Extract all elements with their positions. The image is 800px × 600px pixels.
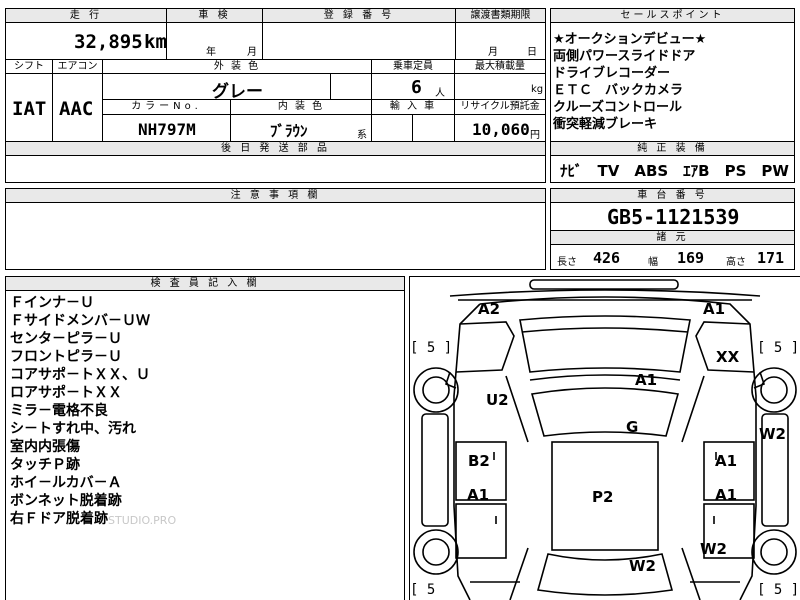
later-parts-header: 後 日 発 送 部 品 (6, 142, 545, 155)
capacity-unit: 人 (435, 88, 445, 99)
transfer-day-label: 日 (527, 47, 537, 58)
car-body-diagram (413, 279, 797, 600)
recycle-value: 10,060 (472, 120, 530, 139)
interior-color-value: ﾌﾞﾗｳﾝ (270, 122, 308, 140)
specs-header: 諸 元 (551, 231, 794, 244)
transfer-deadline-header: 譲渡書類期限 (456, 9, 545, 22)
remark-item: シ－トすれ中、汚れ (10, 421, 136, 437)
length-label: 長さ (557, 257, 577, 268)
shift-header: シフト (14, 61, 44, 72)
mark-roof: P2 (592, 488, 614, 506)
equipment-value: ﾅﾋﾞ TV ABS ｴｱB PS PW (560, 162, 789, 180)
remark-item: Ｆサイドメンバ－ＵＷ (10, 313, 150, 329)
mark-front-right-corner: A1 (703, 300, 726, 318)
recycle-unit: 円 (530, 130, 540, 141)
inspection-header: 車 検 (167, 9, 262, 22)
inspector-header: 検 査 員 記 入 欄 (6, 277, 404, 290)
mark-windshield: G (626, 418, 639, 436)
mark-hood: A1 (635, 371, 658, 389)
mark-right-front-door: A1 (715, 452, 738, 470)
remark-item: ミラ－電格不良 (10, 403, 108, 419)
tire-rear-left-mark: [ 5 (410, 582, 436, 598)
mark-right-front: XX (716, 348, 740, 366)
interior-color-suffix: 系 (357, 130, 367, 141)
height-value: 171 (757, 249, 785, 267)
registration-header: 登 録 番 号 (263, 9, 455, 22)
mark-rear: W2 (629, 557, 656, 575)
capacity-value: 6 (411, 77, 422, 98)
equipment-header: 純 正 装 備 (551, 142, 794, 155)
sales-point-item: ドライブレコーダー (553, 66, 671, 81)
sales-point-item: ★オークションデビュー★ (553, 32, 707, 47)
import-header: 輸 入 車 (389, 101, 437, 112)
height-label: 高さ (726, 257, 746, 268)
mark-left-front-door: B2 (468, 452, 490, 470)
color-no-header: カラーNo. (131, 101, 202, 112)
recycle-header: リサイクル預託金 (460, 101, 540, 112)
ac-header: エアコン (57, 61, 98, 72)
mileage-header: 走 行 (6, 9, 166, 22)
length-value: 426 (593, 249, 621, 267)
mark-front-left-corner: A2 (478, 300, 501, 318)
interior-color-header: 内 装 色 (277, 101, 325, 112)
remark-item: ボンネット脱着跡 (10, 493, 122, 509)
mark-left-rear-door: A1 (467, 486, 490, 504)
remark-item: センタ－ピラ－Ｕ (10, 331, 122, 347)
width-label: 幅 (648, 257, 658, 268)
notes-header: 注 意 事 項 欄 (6, 189, 545, 202)
inspection-year-label: 年 (206, 47, 216, 58)
ac-value: AAC (59, 98, 94, 120)
chassis-number: GB5-1121539 (607, 205, 740, 229)
remark-item: ホイ－ルカバ－Ａ (10, 475, 122, 491)
remark-item: 室内内張傷 (10, 439, 80, 455)
remark-item: Ｆインナ－Ｕ (10, 295, 94, 311)
remark-item: コアサポ－トＸＸ、Ｕ (10, 367, 150, 383)
mileage-value: 32,895 (74, 31, 143, 53)
tire-rear-right-mark: [ 5 ] (757, 582, 800, 598)
capacity-header: 乗車定員 (393, 61, 433, 72)
sales-points-header: セールスポイント (551, 9, 794, 22)
mark-right-rear: W2 (700, 540, 727, 558)
remark-item: 右Ｆドア脱着跡 (10, 511, 108, 527)
sales-point-item: ＥＴＣ バックカメラ (553, 83, 684, 98)
tire-front-right-mark: [ 5 ] (757, 340, 800, 356)
sales-point-item: 両側パワースライドドア (553, 49, 696, 64)
chassis-header: 車 台 番 号 (551, 189, 794, 202)
shift-value: IAT (12, 98, 47, 120)
mark-right-side: W2 (759, 425, 786, 443)
inspector-remarks: Ｆインナ－Ｕ Ｆサイドメンバ－ＵＷ センタ－ピラ－Ｕ フロントピラ－Ｕ コアサポ… (10, 294, 400, 528)
color-no-value: NH797M (138, 120, 196, 139)
sales-point-item: 衝突軽減ブレーキ (553, 117, 658, 132)
exterior-color-header: 外 装 色 (213, 61, 261, 72)
transfer-month-label: 月 (488, 47, 498, 58)
watermark: STUDIO.PRO (108, 514, 177, 527)
remark-item: ロアサポ－トＸＸ (10, 385, 122, 401)
remark-item: フロントピラ－Ｕ (10, 349, 122, 365)
tire-front-left-mark: [ 5 ] (410, 340, 453, 356)
max-load-header: 最大積載量 (475, 61, 525, 72)
width-value: 169 (677, 249, 705, 267)
max-load-unit: kg (531, 84, 544, 95)
inspection-month-label: 月 (247, 47, 257, 58)
sales-point-item: クルーズコントロール (553, 100, 682, 115)
sales-points-list: ★オークションデビュー★ 両側パワースライドドア ドライブレコーダー ＥＴＣ バ… (553, 31, 795, 133)
mileage-unit: km (144, 31, 167, 53)
mark-left-fender: U2 (486, 391, 509, 409)
mark-right-rear-door: A1 (715, 486, 738, 504)
remark-item: タッチＰ跡 (10, 457, 80, 473)
